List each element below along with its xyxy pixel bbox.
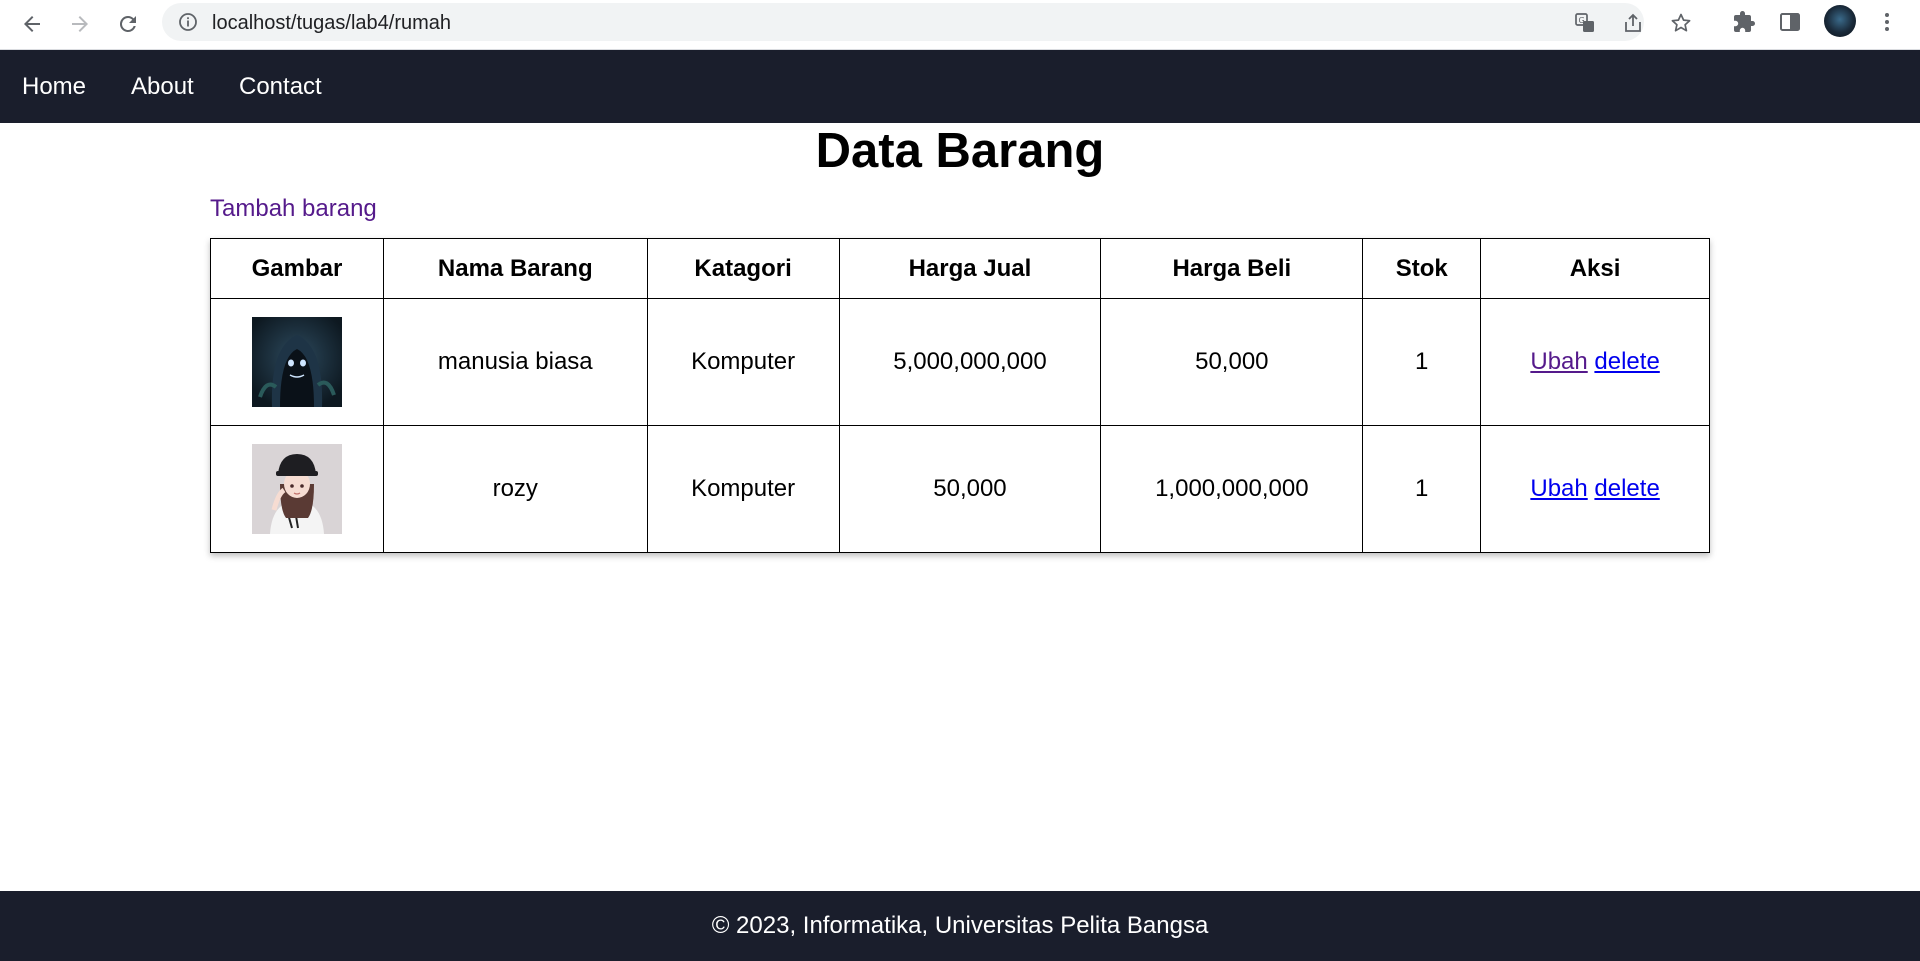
table-row: rozy Komputer 50,000 1,000,000,000 1 Uba… xyxy=(210,425,1710,553)
nav-contact-link[interactable]: Contact xyxy=(239,73,322,101)
anime-girl-cap-image xyxy=(251,444,342,534)
reload-button[interactable] xyxy=(110,6,146,42)
header-stok: Stok xyxy=(1362,238,1482,299)
share-icon[interactable] xyxy=(1622,12,1644,34)
cell-kategori: Komputer xyxy=(646,298,840,426)
bookmark-star-icon[interactable] xyxy=(1670,12,1692,34)
cell-aksi: Ubah delete xyxy=(1480,298,1710,426)
header-katagori: Katagori xyxy=(646,238,840,299)
back-arrow-icon xyxy=(24,16,40,32)
hooded-creature-image xyxy=(251,317,342,407)
cell-harga-beli: 1,000,000,000 xyxy=(1100,425,1364,553)
translate-icon[interactable]: G xyxy=(1574,12,1596,34)
delete-link[interactable]: delete xyxy=(1594,475,1659,502)
forward-arrow-icon xyxy=(72,16,88,32)
reload-icon xyxy=(119,15,136,32)
cell-harga-beli: 50,000 xyxy=(1100,298,1364,426)
page-title: Data Barang xyxy=(815,124,1105,178)
header-harga-beli: Harga Beli xyxy=(1100,238,1364,299)
nav-home-link[interactable]: Home xyxy=(22,73,86,101)
cell-stok: 1 xyxy=(1362,298,1482,426)
side-panel-icon[interactable] xyxy=(1778,10,1802,34)
delete-link[interactable]: delete xyxy=(1594,348,1659,375)
cell-aksi: Ubah delete xyxy=(1480,425,1710,553)
cell-harga-jual: 50,000 xyxy=(838,425,1102,553)
table-row: manusia biasa Komputer 5,000,000,000 50,… xyxy=(210,298,1710,426)
cell-stok: 1 xyxy=(1362,425,1482,553)
forward-button[interactable] xyxy=(62,6,98,42)
header-aksi: Aksi xyxy=(1480,238,1710,299)
edit-link[interactable]: Ubah xyxy=(1530,348,1587,375)
profile-avatar[interactable] xyxy=(1824,5,1856,37)
site-nav: Home About Contact xyxy=(0,50,1920,123)
site-info-icon[interactable] xyxy=(178,12,198,32)
svg-text:G: G xyxy=(1579,16,1585,25)
items-table: Gambar Nama Barang Katagori Harga Jual H… xyxy=(210,238,1710,553)
menu-kebab-icon[interactable] xyxy=(1875,10,1899,34)
header-nama-barang: Nama Barang xyxy=(382,238,648,299)
header-harga-jual: Harga Jual xyxy=(838,238,1102,299)
cell-kategori: Komputer xyxy=(646,425,840,553)
cell-gambar xyxy=(210,425,384,553)
url-text[interactable]: localhost/tugas/lab4/rumah xyxy=(212,12,451,34)
back-button[interactable] xyxy=(14,6,50,42)
header-gambar: Gambar xyxy=(210,238,384,299)
browser-toolbar: localhost/tugas/lab4/rumah G xyxy=(0,0,1920,50)
cell-gambar xyxy=(210,298,384,426)
add-item-link[interactable]: Tambah barang xyxy=(210,195,377,223)
cell-nama: rozy xyxy=(382,425,648,553)
cell-nama: manusia biasa xyxy=(382,298,648,426)
table-header-row: Gambar Nama Barang Katagori Harga Jual H… xyxy=(210,238,1710,299)
extensions-puzzle-icon[interactable] xyxy=(1732,10,1756,34)
address-bar[interactable]: localhost/tugas/lab4/rumah G xyxy=(162,3,1691,41)
cell-harga-jual: 5,000,000,000 xyxy=(838,298,1102,426)
edit-link[interactable]: Ubah xyxy=(1530,475,1587,502)
nav-about-link[interactable]: About xyxy=(131,73,194,101)
page-footer: © 2023, Informatika, Universitas Pelita … xyxy=(0,891,1920,961)
